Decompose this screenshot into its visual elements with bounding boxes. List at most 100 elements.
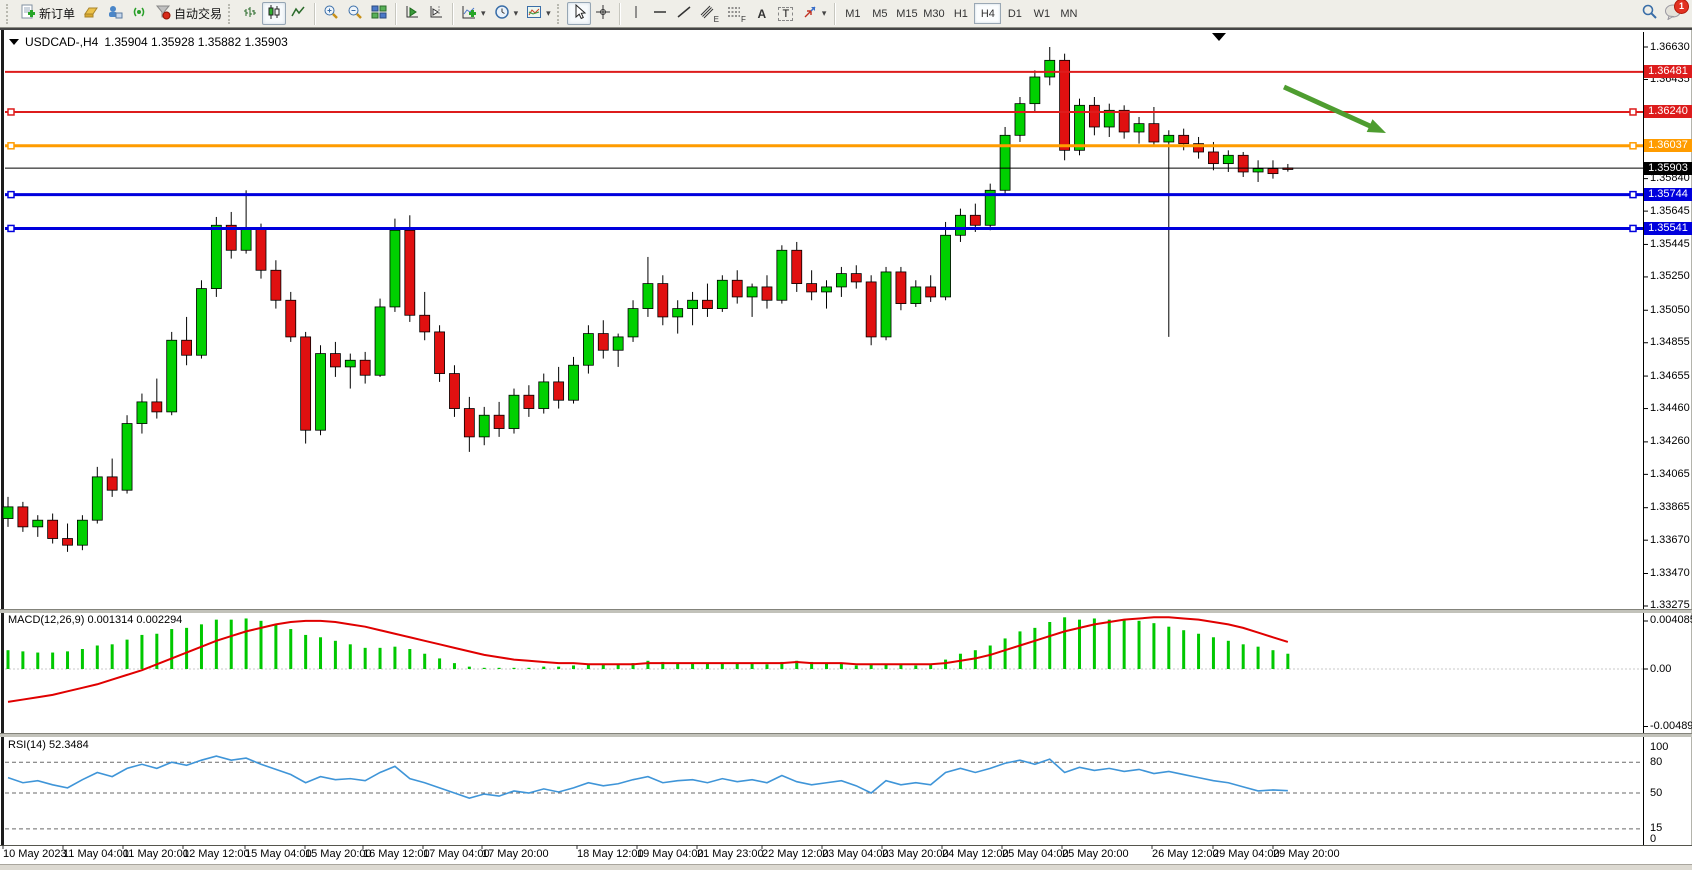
timeframe-d1-button[interactable]: D1	[1001, 3, 1028, 24]
tile-windows-button[interactable]	[367, 2, 391, 25]
new-order-icon	[20, 4, 36, 23]
fibonacci-button[interactable]: F	[723, 2, 750, 25]
time-tick-label: 23 May 04:00	[822, 848, 889, 860]
indicators-button[interactable]: ▾	[457, 2, 490, 25]
price-level-badge: 1.36481	[1644, 65, 1692, 78]
bar-chart-button[interactable]	[238, 2, 262, 25]
price-tick-label: 1.35250	[1650, 270, 1690, 282]
timeframe-m1-button[interactable]: M1	[839, 3, 866, 24]
timeframe-m30-button[interactable]: M30	[920, 3, 947, 24]
trend-arrow-annotation[interactable]	[1284, 87, 1370, 126]
fibonacci-glyph: F	[741, 15, 746, 24]
new-order-button[interactable]: 新订单	[16, 2, 79, 25]
trendline-button[interactable]	[672, 2, 696, 25]
level-handle[interactable]	[1630, 192, 1636, 198]
trend-arrow-head	[1367, 119, 1386, 133]
periods-dropdown-icon[interactable]: ▾	[514, 8, 519, 19]
chart-surface[interactable]	[0, 30, 1692, 869]
level-handle[interactable]	[8, 192, 14, 198]
candle-down	[851, 274, 861, 282]
templates-button[interactable]: ▾	[522, 2, 555, 25]
candle-up	[583, 334, 593, 366]
candle-down	[524, 395, 534, 408]
candle-up	[375, 307, 385, 375]
equidistant-channel-button[interactable]: E	[696, 2, 723, 25]
arrows-button[interactable]: ▾	[798, 2, 831, 25]
price-level-badge: 1.36240	[1644, 105, 1692, 118]
rsi-pane-separator[interactable]	[0, 733, 1692, 737]
text-button[interactable]: A	[750, 2, 774, 25]
periods-button[interactable]: ▾	[490, 2, 523, 25]
chart-title: USDCAD-,H4 1.35904 1.35928 1.35882 1.359…	[9, 35, 288, 49]
timeframe-m5-button[interactable]: M5	[866, 3, 893, 24]
level-handle[interactable]	[1630, 143, 1636, 149]
macd-histogram-bar	[1108, 620, 1111, 669]
cursor-button[interactable]	[567, 2, 591, 25]
indicators-dropdown-icon[interactable]: ▾	[481, 8, 486, 19]
chart-shift-marker-icon[interactable]	[1212, 33, 1226, 41]
zoom-in-button[interactable]	[319, 2, 343, 25]
macd-histogram-bar	[349, 644, 352, 669]
macd-histogram-bar	[274, 624, 277, 669]
vertical-line-button[interactable]	[624, 2, 648, 25]
candle-down	[762, 287, 772, 300]
time-tick-label: 12 May 12:00	[183, 848, 250, 860]
candle-up	[479, 415, 489, 437]
text-label-button[interactable]: T	[774, 2, 798, 25]
level-handle[interactable]	[8, 109, 14, 115]
chart-shift-button[interactable]	[424, 2, 448, 25]
candle-down	[464, 409, 474, 437]
macd-pane-separator[interactable]	[0, 609, 1692, 613]
time-tick-label: 29 May 04:00	[1213, 848, 1280, 860]
auto-scroll-button[interactable]	[400, 2, 424, 25]
time-tick-label: 15 May 04:00	[245, 848, 312, 860]
time-tick-label: 10 May 2023	[3, 848, 67, 860]
time-tick-label: 23 May 20:00	[882, 848, 949, 860]
level-handle[interactable]	[8, 143, 14, 149]
rsi-axis-label: 50	[1650, 787, 1662, 799]
candle-down	[1060, 60, 1070, 150]
templates-dropdown-icon[interactable]: ▾	[546, 8, 551, 19]
zoom-out-button[interactable]	[343, 2, 367, 25]
market-watch-button[interactable]	[79, 2, 103, 25]
timeframe-w1-button[interactable]: W1	[1028, 3, 1055, 24]
level-handle[interactable]	[1630, 109, 1636, 115]
candle-down	[866, 282, 876, 337]
macd-histogram-bar	[126, 640, 129, 669]
price-tick-label: 1.34855	[1650, 336, 1690, 348]
chart-window[interactable]: USDCAD-,H4 1.35904 1.35928 1.35882 1.359…	[0, 28, 1692, 867]
data-window-button[interactable]	[103, 2, 127, 25]
autotrading-button[interactable]: 自动交易	[151, 2, 226, 25]
candle-up	[539, 382, 549, 409]
macd-histogram-bar	[245, 618, 248, 669]
candle-down	[1179, 135, 1189, 143]
candlestick-chart-button[interactable]	[262, 2, 286, 25]
timeframe-h4-button[interactable]: H4	[974, 3, 1001, 24]
text-icon: A	[758, 7, 767, 21]
candle-up	[211, 225, 221, 288]
symbol-dropdown-icon[interactable]	[9, 39, 19, 45]
crosshair-button[interactable]	[591, 2, 615, 25]
candle-down	[702, 300, 712, 308]
macd-histogram-bar	[364, 648, 367, 669]
signals-button[interactable]	[127, 2, 151, 25]
macd-histogram-bar	[1093, 618, 1096, 669]
candle-up	[241, 229, 251, 251]
toolbar-separator	[834, 3, 835, 25]
level-handle[interactable]	[1630, 225, 1636, 231]
toolbar-grip[interactable]	[228, 4, 234, 24]
level-handle[interactable]	[8, 225, 14, 231]
timeframe-mn-button[interactable]: MN	[1055, 3, 1082, 24]
arrows-dropdown-icon[interactable]: ▾	[822, 8, 827, 19]
toolbar-grip[interactable]	[557, 4, 563, 24]
notifications-button[interactable]: 1	[1664, 3, 1684, 25]
toolbar-grip[interactable]	[6, 4, 12, 24]
line-chart-button[interactable]	[286, 2, 310, 25]
timeframe-m15-button[interactable]: M15	[893, 3, 920, 24]
time-tick-label: 25 May 20:00	[1062, 848, 1129, 860]
search-icon[interactable]	[1641, 3, 1658, 25]
macd-values: 0.001314 0.002294	[87, 614, 182, 626]
horizontal-line-button[interactable]	[648, 2, 672, 25]
timeframe-h1-button[interactable]: H1	[947, 3, 974, 24]
price-tick-label: 1.33670	[1650, 534, 1690, 546]
